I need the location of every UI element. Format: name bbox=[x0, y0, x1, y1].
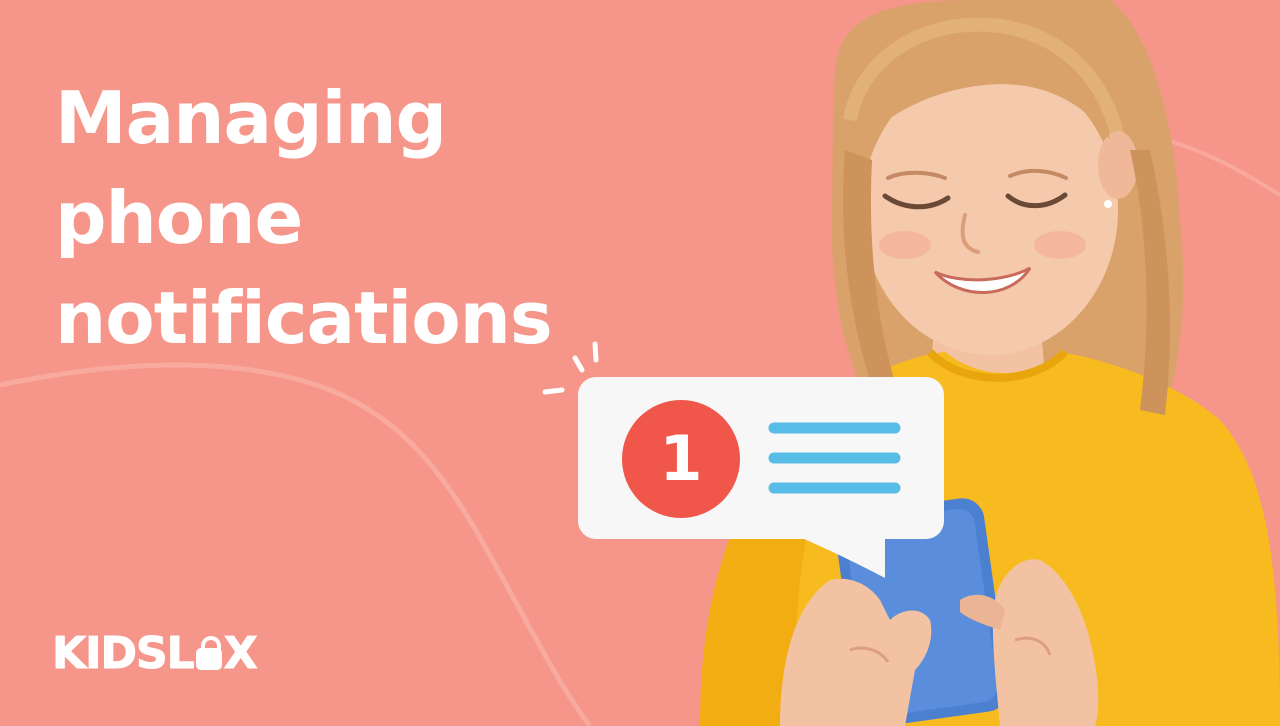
kidslox-logo: KIDSL X bbox=[52, 628, 259, 680]
title-line-2: phone bbox=[55, 176, 303, 260]
hero-banner: Managing phone notifications 1 KIDSL X bbox=[0, 0, 1280, 726]
notification-count-badge: 1 bbox=[622, 400, 740, 518]
logo-text-end: X bbox=[223, 628, 258, 680]
notification-bubble: 1 bbox=[540, 340, 960, 580]
page-title: Managing phone notifications bbox=[55, 68, 553, 368]
title-line-1: Managing bbox=[55, 76, 447, 160]
speech-bubble-icon bbox=[542, 341, 944, 578]
title-line-3: notifications bbox=[55, 276, 553, 360]
logo-text-start: KIDSL bbox=[52, 628, 196, 680]
padlock-icon bbox=[195, 636, 222, 670]
